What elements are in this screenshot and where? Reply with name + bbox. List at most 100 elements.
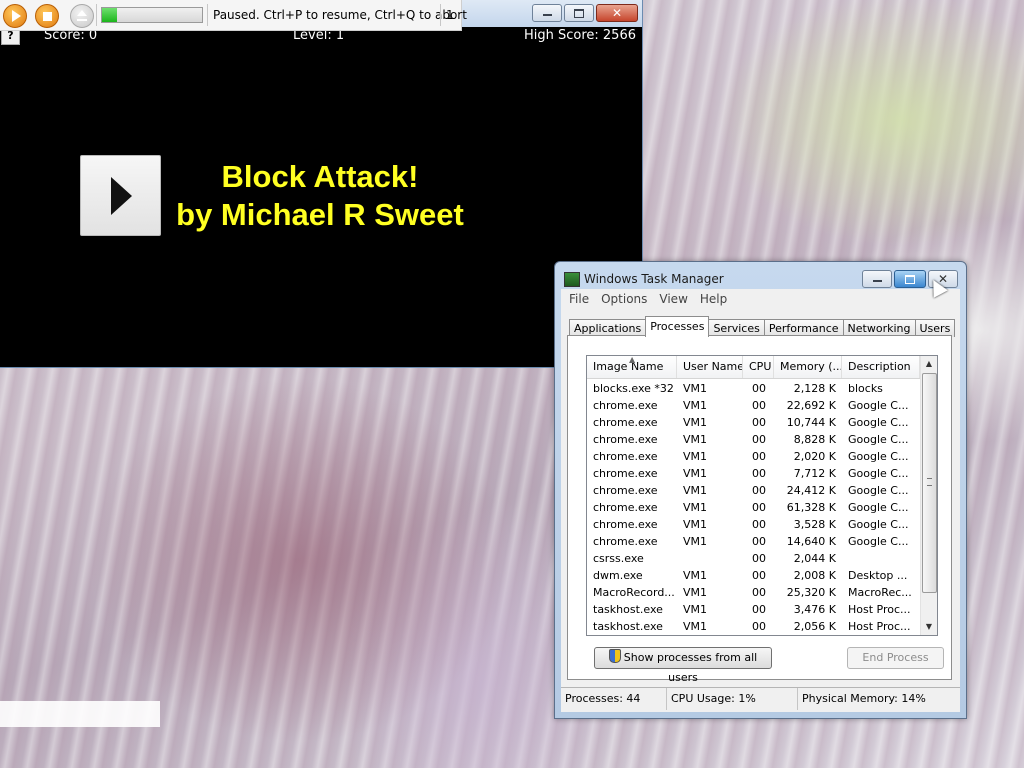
maximize-button[interactable]: [564, 4, 594, 22]
tm-maximize-button[interactable]: [894, 270, 926, 288]
cell-description: MacroRec...: [848, 586, 912, 599]
cell-user-name: VM1: [683, 603, 708, 616]
macro-status-text: Paused. Ctrl+P to resume, Ctrl+Q to abor…: [213, 8, 467, 22]
cell-user-name: VM1: [683, 569, 708, 582]
cell-cpu: 00: [752, 518, 766, 531]
cell-cpu: 00: [752, 433, 766, 446]
scroll-up-icon[interactable]: ▲: [921, 356, 937, 372]
table-row[interactable]: blocks.exe *32 VM1 00 2,128 K blocks: [587, 380, 920, 397]
column-memory[interactable]: Memory (...: [774, 356, 842, 378]
table-row[interactable]: chrome.exe VM1 00 14,640 K Google C...: [587, 533, 920, 550]
table-row[interactable]: dwm.exe VM1 00 2,008 K Desktop ...: [587, 567, 920, 584]
cell-description: Google C...: [848, 518, 909, 531]
cell-memory: 3,476 K: [793, 603, 836, 616]
processes-panel: ▲ Image Name User Name CPU Memory (... De…: [567, 335, 952, 684]
cell-user-name: VM1: [683, 484, 708, 497]
table-row[interactable]: chrome.exe VM1 00 2,020 K Google C...: [587, 448, 920, 465]
cell-user-name: VM1: [683, 399, 708, 412]
cell-description: Host Proc...: [848, 603, 911, 616]
vertical-scrollbar[interactable]: ▲ ▼: [920, 356, 937, 635]
cell-memory: 3,528 K: [793, 518, 836, 531]
desktop-white-strip: [0, 701, 160, 727]
cell-description: Google C...: [848, 450, 909, 463]
maximize-icon: [905, 274, 915, 284]
menu-options[interactable]: Options: [593, 289, 651, 309]
grip-icon: [927, 478, 932, 486]
cell-user-name: VM1: [683, 518, 708, 531]
toolbar-divider: [207, 4, 208, 26]
cell-cpu: 00: [752, 535, 766, 548]
close-icon: ✕: [611, 6, 623, 20]
cell-image-name: chrome.exe: [593, 501, 658, 514]
column-cpu[interactable]: CPU: [743, 356, 774, 378]
table-row[interactable]: taskhost.exe VM1 00 3,476 K Host Proc...: [587, 601, 920, 618]
status-memory: Physical Memory: 14%: [802, 692, 926, 705]
cell-user-name: VM1: [683, 450, 708, 463]
scroll-down-icon[interactable]: ▼: [921, 619, 937, 635]
close-button[interactable]: ✕: [596, 4, 638, 22]
minimize-icon: [872, 280, 882, 282]
toolbar-divider: [440, 4, 441, 26]
minimize-icon: [542, 14, 552, 16]
cell-description: [842, 550, 920, 567]
cell-memory: 8,828 K: [793, 433, 836, 446]
cell-description: Google C...: [848, 501, 909, 514]
cell-cpu: 00: [752, 552, 766, 565]
sort-arrow-icon: ▲: [629, 356, 636, 364]
macro-play-button[interactable]: [3, 4, 27, 28]
cell-cpu: 00: [752, 620, 766, 633]
table-row[interactable]: chrome.exe VM1 00 7,712 K Google C...: [587, 465, 920, 482]
high-score-label: High Score: 2566: [523, 28, 636, 43]
menu-help[interactable]: Help: [692, 289, 731, 309]
cell-user-name: VM1: [683, 535, 708, 548]
table-row[interactable]: chrome.exe VM1 00 24,412 K Google C...: [587, 482, 920, 499]
cell-image-name: chrome.exe: [593, 399, 658, 412]
table-row[interactable]: chrome.exe VM1 00 22,692 K Google C...: [587, 397, 920, 414]
tm-minimize-button[interactable]: [862, 270, 892, 288]
cell-user-name: VM1: [683, 467, 708, 480]
cell-memory: 2,020 K: [793, 450, 836, 463]
cell-memory: 24,412 K: [786, 484, 836, 497]
macro-stop-button[interactable]: [35, 4, 59, 28]
show-all-processes-button[interactable]: Show processes from all users: [594, 647, 772, 684]
table-row[interactable]: csrss.exe 00 2,044 K: [587, 550, 920, 567]
cell-image-name: chrome.exe: [593, 518, 658, 531]
cell-cpu: 00: [752, 586, 766, 599]
process-list[interactable]: ▲ Image Name User Name CPU Memory (... De…: [586, 355, 938, 636]
cell-image-name: MacroRecord...: [593, 586, 675, 599]
cell-memory: 2,008 K: [793, 569, 836, 582]
cell-image-name: csrss.exe: [593, 552, 644, 565]
cell-image-name: chrome.exe: [593, 433, 658, 446]
cell-image-name: chrome.exe: [593, 416, 658, 429]
task-manager-body: File Options View Help Applications Proc…: [561, 289, 960, 712]
cell-user-name: VM1: [683, 586, 708, 599]
table-row[interactable]: chrome.exe VM1 00 61,328 K Google C...: [587, 499, 920, 516]
cell-user-name: VM1: [683, 501, 708, 514]
macro-progress-bar: [101, 7, 203, 23]
play-button[interactable]: [80, 155, 161, 236]
cell-cpu: 00: [752, 382, 766, 395]
tab-processes[interactable]: Processes: [645, 316, 710, 337]
menu-file[interactable]: File: [561, 289, 593, 309]
game-title-line2: by Michael R Sweet: [176, 197, 464, 232]
table-row[interactable]: taskhost.exe VM1 00 2,056 K Host Proc...: [587, 618, 920, 635]
cell-cpu: 00: [752, 569, 766, 582]
scrollbar-thumb[interactable]: [922, 373, 937, 593]
end-process-button[interactable]: End Process: [847, 647, 944, 669]
table-row[interactable]: chrome.exe VM1 00 10,744 K Google C...: [587, 414, 920, 431]
macro-counter: 1: [446, 8, 454, 22]
macro-eject-button[interactable]: [70, 4, 94, 28]
menu-view[interactable]: View: [651, 289, 691, 309]
table-row[interactable]: chrome.exe VM1 00 8,828 K Google C...: [587, 431, 920, 448]
column-user-name[interactable]: User Name: [677, 356, 743, 378]
table-row[interactable]: chrome.exe VM1 00 3,528 K Google C...: [587, 516, 920, 533]
cell-cpu: 00: [752, 603, 766, 616]
minimize-button[interactable]: [532, 4, 562, 22]
eject-icon: [77, 10, 87, 21]
macro-progress-fill: [102, 8, 117, 22]
table-row[interactable]: MacroRecord... VM1 00 25,320 K MacroRec...: [587, 584, 920, 601]
column-description[interactable]: Description: [842, 356, 920, 378]
cell-image-name: taskhost.exe: [593, 603, 663, 616]
column-image-name[interactable]: ▲ Image Name: [587, 356, 677, 378]
play-icon: [111, 177, 132, 215]
